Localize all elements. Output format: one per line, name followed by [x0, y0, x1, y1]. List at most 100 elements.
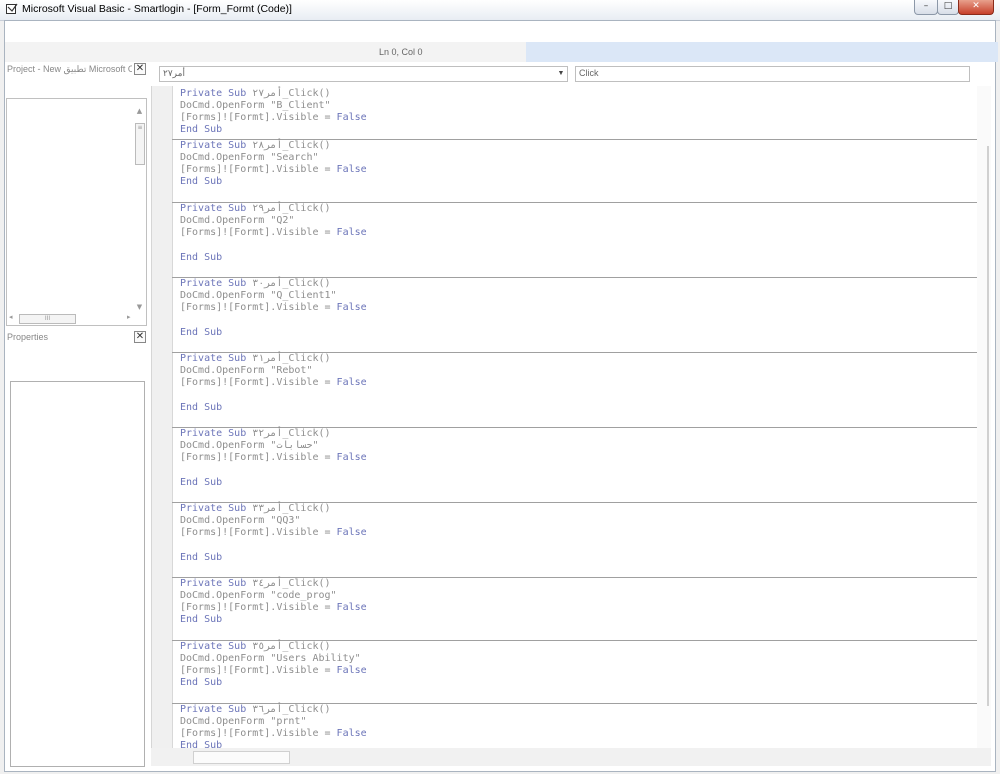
end-sub-line[interactable]: End Sub	[180, 327, 222, 339]
forms-expression: [Forms]![Formt].Visible =	[180, 112, 337, 123]
procedure-name: أمر٣٠	[252, 278, 283, 289]
sub-declaration-line[interactable]: Private Sub أمر٣٢_Click()	[180, 428, 331, 440]
docmd-call: DoCmd.OpenForm	[180, 215, 271, 226]
visible-assign-line[interactable]: [Forms]![Formt].Visible = False	[180, 602, 367, 614]
editor-vscroll-thumb[interactable]	[987, 146, 989, 706]
object-dropdown[interactable]: أمر٢٧ ▼	[159, 66, 568, 82]
open-form-line[interactable]: DoCmd.OpenForm "Q_Client1"	[180, 290, 337, 302]
visible-assign-line[interactable]: [Forms]![Formt].Visible = False	[180, 227, 367, 239]
sub-declaration-line[interactable]: Private Sub أمر٢٧_Click()	[180, 88, 331, 100]
visible-assign-line[interactable]: [Forms]![Formt].Visible = False	[180, 728, 367, 740]
procedure-block: Private Sub أمر٣٢_Click() DoCmd.OpenForm …	[172, 428, 978, 503]
project-close-button[interactable]: ✕	[134, 63, 146, 75]
procedure-name: أمر٣٦	[252, 704, 283, 715]
end-sub-line[interactable]: End Sub	[180, 740, 222, 748]
procedure-block: Private Sub أمر٣٣_Click() DoCmd.OpenForm …	[172, 503, 978, 578]
procedure-name: أمر٢٧	[252, 88, 283, 99]
project-hscrollbar[interactable]: ◂ III ▸	[9, 313, 131, 324]
open-form-line[interactable]: DoCmd.OpenForm "Rebot"	[180, 365, 312, 377]
editor-vscrollbar[interactable]	[977, 86, 991, 748]
visible-assign-line[interactable]: [Forms]![Formt].Visible = False	[180, 665, 367, 677]
open-form-line[interactable]: DoCmd.OpenForm "Q2"	[180, 215, 294, 227]
sub-declaration-line[interactable]: Private Sub أمر٣١_Click()	[180, 353, 331, 365]
keyword-false: False	[336, 728, 367, 739]
editor-hscrollbar[interactable]	[151, 748, 991, 766]
sub-declaration-line[interactable]: Private Sub أمر٣٤_Click()	[180, 578, 331, 590]
visible-assign-line[interactable]: [Forms]![Formt].Visible = False	[180, 527, 367, 539]
event-suffix: _Click()	[282, 278, 331, 289]
procedure-name: أمر٣٤	[252, 578, 283, 589]
visible-assign-line[interactable]: [Forms]![Formt].Visible = False	[180, 377, 367, 389]
forms-expression: [Forms]![Formt].Visible =	[180, 602, 337, 613]
visible-assign-line[interactable]: [Forms]![Formt].Visible = False	[180, 112, 367, 124]
end-sub-line[interactable]: End Sub	[180, 614, 222, 626]
procedure-block: Private Sub أمر٢٨_Click() DoCmd.OpenForm …	[172, 140, 978, 203]
end-sub-line[interactable]: End Sub	[180, 176, 222, 188]
open-form-line[interactable]: DoCmd.OpenForm "Users Ability"	[180, 653, 361, 665]
hscroll-thumb[interactable]: III	[19, 314, 76, 324]
properties-grid[interactable]	[10, 381, 145, 767]
procedure-block: Private Sub أمر٣٠_Click() DoCmd.OpenForm …	[172, 278, 978, 353]
docmd-call: DoCmd.OpenForm	[180, 716, 271, 727]
keyword-end-sub: End Sub	[180, 677, 223, 688]
keyword-private-sub: Private Sub	[180, 140, 247, 151]
vba-app-icon	[6, 3, 18, 14]
visible-assign-line[interactable]: [Forms]![Formt].Visible = False	[180, 452, 367, 464]
end-sub-line[interactable]: End Sub	[180, 124, 222, 136]
scroll-down-arrow-icon[interactable]: ▼	[135, 303, 144, 311]
procedure-block: Private Sub أمر٣٦_Click() DoCmd.OpenForm …	[172, 704, 978, 748]
event-suffix: _Click()	[282, 704, 331, 715]
open-form-line[interactable]: DoCmd.OpenForm "code_prog"	[180, 590, 337, 602]
editor-hscroll-thumb[interactable]	[193, 751, 290, 764]
open-form-line[interactable]: DoCmd.OpenForm "حسابات"	[180, 440, 319, 452]
keyword-end-sub: End Sub	[180, 176, 223, 187]
procedure-dropdown[interactable]: Click	[575, 66, 970, 82]
keyword-private-sub: Private Sub	[180, 428, 247, 439]
keyword-private-sub: Private Sub	[180, 203, 247, 214]
open-form-line[interactable]: DoCmd.OpenForm "B_Client"	[180, 100, 331, 112]
keyword-false: False	[336, 112, 367, 123]
forms-expression: [Forms]![Formt].Visible =	[180, 665, 337, 676]
maximize-button[interactable]: □	[937, 0, 959, 15]
project-tree[interactable]: ▲ ≡ ▼ ◂ III ▸	[6, 98, 147, 326]
chevron-down-icon[interactable]: ▼	[556, 68, 566, 80]
sub-declaration-line[interactable]: Private Sub أمر٣٣_Click()	[180, 503, 331, 515]
properties-close-button[interactable]: ✕	[134, 331, 146, 343]
open-form-line[interactable]: DoCmd.OpenForm "prnt"	[180, 716, 306, 728]
keyword-private-sub: Private Sub	[180, 704, 247, 715]
close-button[interactable]: ✕	[958, 0, 994, 15]
forms-expression: [Forms]![Formt].Visible =	[180, 227, 337, 238]
end-sub-line[interactable]: End Sub	[180, 677, 222, 689]
sub-declaration-line[interactable]: Private Sub أمر٣٠_Click()	[180, 278, 331, 290]
code-editor[interactable]: Private Sub أمر٢٧_Click() DoCmd.OpenForm …	[151, 86, 978, 748]
minimize-button[interactable]: –	[914, 0, 938, 15]
open-form-line[interactable]: DoCmd.OpenForm "QQ3"	[180, 515, 300, 527]
open-form-line[interactable]: DoCmd.OpenForm "Search"	[180, 152, 319, 164]
visible-assign-line[interactable]: [Forms]![Formt].Visible = False	[180, 164, 367, 176]
properties-pane-title: Properties	[7, 332, 49, 342]
end-sub-line[interactable]: End Sub	[180, 552, 222, 564]
forms-expression: [Forms]![Formt].Visible =	[180, 527, 337, 538]
scroll-thumb[interactable]: ≡	[135, 123, 145, 165]
project-vscrollbar[interactable]: ▲ ≡ ▼	[135, 107, 145, 311]
sub-declaration-line[interactable]: Private Sub أمر٣٥_Click()	[180, 641, 331, 653]
keyword-end-sub: End Sub	[180, 124, 223, 135]
form-name-literal: Users Ability	[276, 653, 355, 664]
scroll-left-arrow-icon[interactable]: ◂	[9, 313, 13, 321]
end-sub-line[interactable]: End Sub	[180, 402, 222, 414]
keyword-end-sub: End Sub	[180, 252, 223, 263]
form-name-literal: Q2	[276, 215, 289, 226]
forms-expression: [Forms]![Formt].Visible =	[180, 302, 337, 313]
end-sub-line[interactable]: End Sub	[180, 477, 222, 489]
scroll-up-arrow-icon[interactable]: ▲	[135, 107, 144, 115]
visible-assign-line[interactable]: [Forms]![Formt].Visible = False	[180, 302, 367, 314]
sub-declaration-line[interactable]: Private Sub أمر٢٨_Click()	[180, 140, 331, 152]
form-name-literal: Rebot	[276, 365, 307, 376]
keyword-end-sub: End Sub	[180, 402, 223, 413]
end-sub-line[interactable]: End Sub	[180, 252, 222, 264]
keyword-end-sub: End Sub	[180, 327, 223, 338]
procedure-name: أمر٣١	[252, 353, 283, 364]
sub-declaration-line[interactable]: Private Sub أمر٢٩_Click()	[180, 203, 331, 215]
scroll-right-arrow-icon[interactable]: ▸	[127, 313, 131, 321]
sub-declaration-line[interactable]: Private Sub أمر٣٦_Click()	[180, 704, 331, 716]
